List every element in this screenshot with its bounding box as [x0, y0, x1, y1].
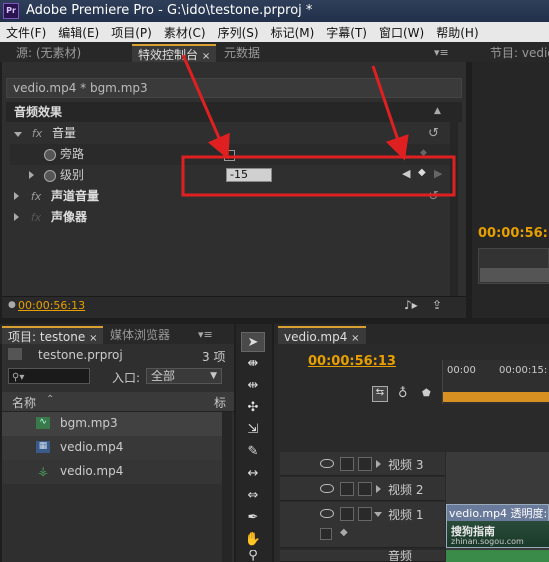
zoom-tool-icon[interactable]: ⚲ — [241, 550, 265, 562]
tab-media-browser[interactable]: 媒体浏览器 — [104, 326, 176, 344]
video-icon: ▦ — [36, 441, 50, 453]
film-icon[interactable] — [340, 482, 354, 496]
tab-sequence-label: vedio.mp4 — [284, 330, 348, 344]
sort-ascending-icon[interactable]: ⌃ — [46, 394, 54, 405]
display-style-icon[interactable] — [320, 528, 332, 540]
add-marker-icon[interactable]: ⬟ — [422, 388, 431, 399]
film-icon[interactable] — [340, 507, 354, 521]
slip-tool-icon[interactable]: ↔ — [241, 464, 265, 484]
watermark-url: zhinan.sogou.com — [451, 537, 524, 546]
hand-tool-icon[interactable]: ✋ — [241, 530, 265, 550]
scrollbar[interactable] — [222, 412, 232, 562]
eye-icon[interactable] — [320, 484, 334, 493]
audio-clip[interactable] — [446, 550, 549, 562]
item-name: vedio.mp4 — [60, 440, 124, 454]
lock-toggle[interactable] — [358, 457, 372, 471]
timeline-timecode[interactable]: 00:00:56:13 — [308, 354, 396, 369]
track-name: 视频 1 — [388, 508, 424, 522]
rate-stretch-tool-icon[interactable]: ⇲ — [241, 420, 265, 440]
ruler-tick-label: 00:00:15: — [499, 365, 548, 376]
timeline-tab-row: vedio.mp4 × — [274, 324, 549, 344]
slide-tool-icon[interactable]: ⇔ — [241, 486, 265, 506]
film-icon[interactable] — [340, 457, 354, 471]
search-input[interactable]: ⚲▾ — [8, 368, 90, 384]
video-clip[interactable]: vedio.mp4 透明度: 搜狗指南 zhinan.sogou.com — [446, 504, 549, 548]
project-file-name: testone.prproj — [38, 348, 123, 362]
track-header-audio: 音频 — [280, 550, 445, 562]
ruler-tick-label: 00:00 — [447, 365, 476, 376]
project-tab-row: 项目: testone × 媒体浏览器 ▾≡ — [0, 324, 234, 344]
tab-sequence[interactable]: vedio.mp4 × — [278, 326, 366, 344]
work-area-bar[interactable] — [443, 392, 549, 402]
eye-icon[interactable] — [320, 509, 334, 518]
razor-tool-icon[interactable]: ✎ — [241, 442, 265, 462]
eye-icon[interactable] — [320, 459, 334, 468]
search-icon: ⚲▾ — [12, 372, 25, 383]
track-select-tool-icon[interactable]: ⇼ — [241, 354, 265, 374]
project-file-icon — [8, 348, 22, 360]
timeline-panel: 00:00:56:13 ⇆ ♁ ⬟ 00:00 00:00:15: 视频 3 视… — [274, 344, 549, 562]
item-name: vedio.mp4 — [60, 464, 124, 478]
expand-right-icon[interactable] — [376, 460, 381, 468]
expand-right-icon[interactable] — [376, 485, 381, 493]
tools-panel: ➤ ⇼ ⇹ ✣ ⇲ ✎ ↔ ⇔ ✒ ✋ ⚲ — [236, 324, 272, 562]
ripple-edit-tool-icon[interactable]: ⇹ — [241, 376, 265, 396]
pen-tool-icon[interactable]: ✒ — [241, 508, 265, 528]
chevron-down-icon[interactable]: ▼ — [210, 369, 217, 383]
tab-project[interactable]: 项目: testone × — [2, 326, 104, 344]
column-tag-header[interactable]: 标 — [214, 394, 226, 411]
keyframe-diamond-icon[interactable]: ◆ — [340, 527, 348, 538]
in-filter-value: 全部 — [151, 369, 176, 383]
close-icon[interactable]: × — [351, 333, 359, 344]
panel-menu-icon[interactable]: ▾≡ — [198, 328, 213, 341]
column-header-row: 名称 ⌃ 标 — [2, 392, 234, 412]
in-filter-select[interactable]: 全部 ▼ — [146, 368, 222, 384]
marker-icon[interactable]: ♁ — [398, 386, 408, 401]
item-count: 3 项 — [202, 350, 226, 364]
annotation-highlight-box — [181, 155, 456, 197]
lock-toggle[interactable] — [358, 482, 372, 496]
selection-tool-icon[interactable]: ➤ — [241, 332, 265, 352]
tab-project-label: 项目: testone — [8, 330, 86, 344]
clip-label: vedio.mp4 透明度: — [449, 507, 548, 520]
list-item[interactable]: ∿ bgm.mp3 — [2, 412, 222, 436]
annotation-arrow — [181, 54, 230, 160]
snap-icon[interactable]: ⇆ — [372, 386, 388, 402]
list-item[interactable]: ⚶ vedio.mp4 — [2, 460, 222, 484]
column-name-header[interactable]: 名称 — [12, 394, 36, 411]
track-header-video-3: 视频 3 — [280, 452, 445, 476]
track-name: 视频 3 — [388, 458, 424, 472]
item-name: bgm.mp3 — [60, 416, 118, 430]
annotation-arrow — [371, 65, 409, 161]
in-label: 入口: — [112, 371, 141, 385]
track-name: 视频 2 — [388, 483, 424, 497]
lock-toggle[interactable] — [358, 507, 372, 521]
expand-down-icon[interactable] — [374, 512, 382, 517]
audio-icon: ∿ — [36, 417, 50, 429]
sequence-icon: ⚶ — [38, 464, 49, 478]
time-ruler[interactable]: 00:00 00:00:15: — [442, 360, 549, 404]
project-panel: testone.prproj 3 项 ⚲▾ 入口: 全部 ▼ 名称 ⌃ 标 ∿ … — [2, 344, 234, 562]
close-icon[interactable]: × — [89, 333, 97, 344]
list-item[interactable]: ▦ vedio.mp4 — [2, 436, 222, 460]
track-name: 音频 — [388, 550, 413, 562]
track-header-video-1: 视频 1 ◆ — [280, 502, 445, 548]
track-header-video-2: 视频 2 — [280, 477, 445, 501]
rolling-edit-tool-icon[interactable]: ✣ — [241, 398, 265, 418]
